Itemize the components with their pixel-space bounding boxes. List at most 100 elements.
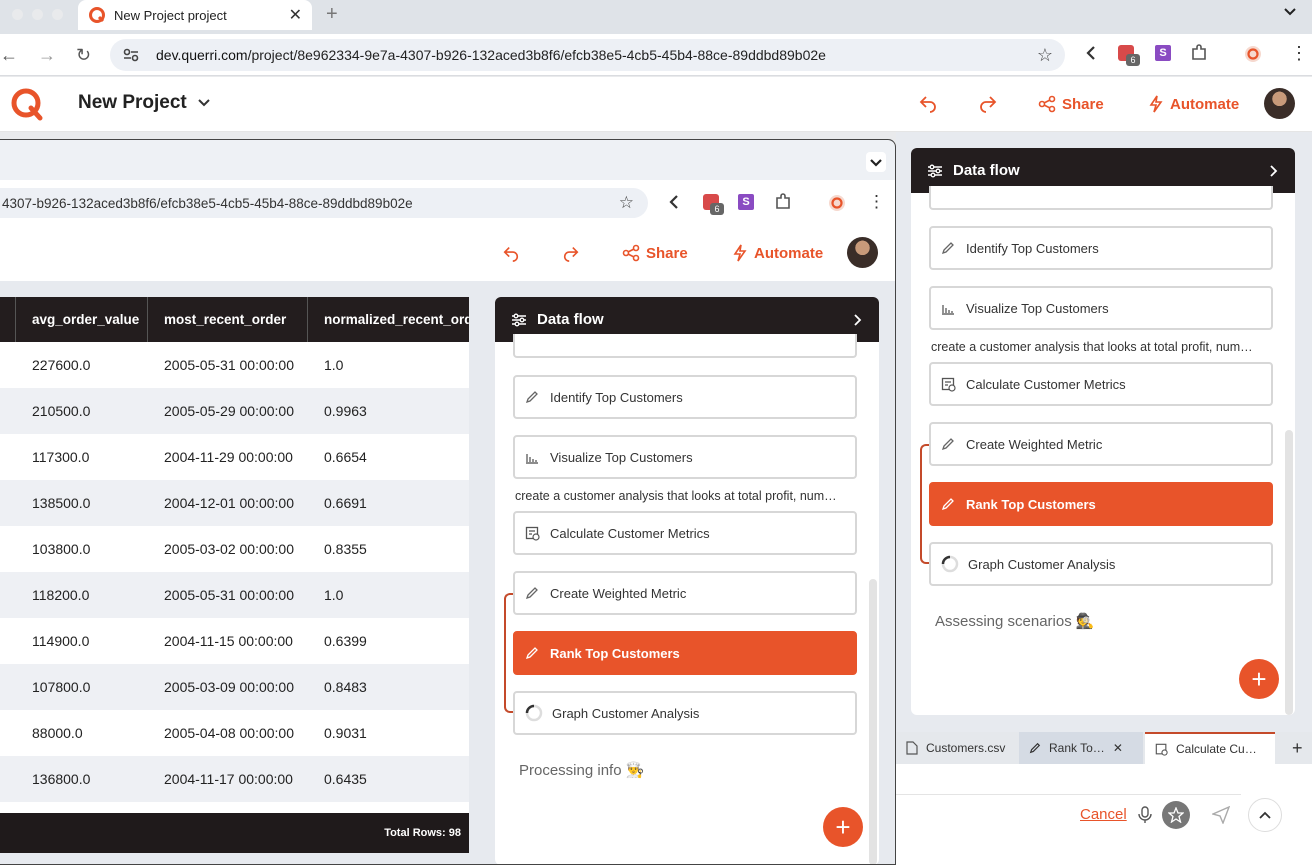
nested-tab-search-icon[interactable] (866, 152, 886, 172)
flow-step-partial[interactable] (513, 334, 857, 358)
table-cell: 210500.0 (32, 403, 91, 419)
flow-step[interactable]: Identify Top Customers (513, 375, 857, 419)
bookmark-star-icon[interactable]: ☆ (1037, 45, 1053, 66)
tab-search-chevron-icon[interactable] (1282, 3, 1298, 19)
share-button[interactable]: Share (1038, 95, 1104, 113)
flow-step[interactable]: Graph Customer Analysis (513, 691, 857, 735)
extension-back-icon[interactable] (1084, 44, 1098, 62)
bar-chart-icon (941, 301, 955, 315)
nested-undo-icon[interactable] (502, 244, 520, 262)
flow-step[interactable]: Create Weighted Metric (929, 422, 1273, 466)
site-settings-icon[interactable] (122, 47, 144, 63)
nested-redo-icon[interactable] (562, 244, 580, 262)
add-step-button[interactable]: + (823, 807, 863, 847)
automate-button[interactable]: Automate (1148, 95, 1239, 113)
file-tab[interactable]: Calculate Cu… (1145, 732, 1275, 764)
table-row[interactable]: 114900.0 2004-11-15 00:00:00 0.6399 (0, 618, 469, 664)
loading-spinner-icon (941, 555, 959, 573)
chevron-right-icon[interactable] (853, 313, 863, 327)
flow-step[interactable]: Create Weighted Metric (513, 571, 857, 615)
pencil-icon (1029, 742, 1041, 754)
nested-browser-menu-icon[interactable]: ⋮ (868, 192, 885, 212)
table-cell: 1.0 (324, 357, 344, 373)
flow-step[interactable]: Calculate Customer Metrics (513, 511, 857, 555)
calculator-icon (941, 377, 956, 392)
nested-share-button[interactable]: Share (622, 244, 688, 262)
column-header[interactable]: avg_order_value (16, 297, 148, 342)
avatar[interactable] (1264, 88, 1295, 119)
file-tab[interactable]: Customers.csv (896, 732, 1018, 764)
add-tab-icon[interactable]: + (1282, 732, 1312, 764)
nested-bookmark-star-icon[interactable]: ☆ (619, 193, 634, 213)
table-row[interactable]: 103800.0 2005-03-02 00:00:00 0.8355 (0, 526, 469, 572)
new-tab-icon[interactable]: + (326, 3, 338, 26)
flow-step[interactable]: Visualize Top Customers (929, 286, 1273, 330)
back-icon[interactable]: ← (0, 45, 18, 66)
table-row[interactable]: 136800.0 2004-11-17 00:00:00 0.6435 (0, 756, 469, 802)
nested-s-extension-icon[interactable]: S (738, 194, 754, 210)
automate-label: Automate (1170, 95, 1240, 113)
flow-step[interactable]: Identify Top Customers (929, 226, 1273, 270)
table-cell: 2004-12-01 00:00:00 (164, 495, 294, 511)
extensions-puzzle-icon[interactable] (1190, 44, 1208, 62)
microphone-icon[interactable] (1138, 806, 1152, 824)
browser-tab-active[interactable]: New Project project ✕ (78, 0, 312, 30)
project-title-dropdown[interactable]: New Project (78, 92, 211, 114)
flow-step-active[interactable]: Rank Top Customers (929, 482, 1273, 526)
flow-prompt-text: create a customer analysis that looks at… (931, 340, 1253, 354)
column-header[interactable]: normalized_recent_ord (308, 297, 469, 342)
forward-icon[interactable]: → (38, 45, 56, 66)
table-cell: 1.0 (324, 587, 344, 603)
nested-address-bar[interactable]: 4307-b926-132aced3b8f6/efcb38e5-4cb5-45b… (0, 188, 648, 218)
flow-scrollbar[interactable] (869, 579, 877, 864)
reload-icon[interactable]: ↻ (76, 45, 91, 66)
querri-logo-icon[interactable] (10, 87, 44, 121)
flow-step-partial[interactable] (929, 186, 1273, 210)
querri-extension-icon[interactable] (1244, 45, 1262, 63)
data-flow-title: Data flow (537, 311, 604, 328)
flow-step-label: Visualize Top Customers (966, 300, 1109, 316)
close-tab-icon[interactable]: ✕ (1113, 741, 1123, 755)
table-row[interactable]: 210500.0 2005-05-29 00:00:00 0.9963 (0, 388, 469, 434)
table-cell: 2004-11-17 00:00:00 (164, 771, 293, 787)
redo-icon[interactable] (978, 93, 998, 113)
window-controls[interactable] (12, 9, 72, 21)
nested-automate-button[interactable]: Automate (732, 244, 823, 262)
flow-step-active[interactable]: Rank Top Customers (513, 631, 857, 675)
add-step-button[interactable]: + (1239, 659, 1279, 699)
browser-menu-icon[interactable]: ⋮ (1290, 43, 1308, 64)
table-row[interactable]: 117300.0 2004-11-29 00:00:00 0.6654 (0, 434, 469, 480)
table-row[interactable]: 138500.0 2004-12-01 00:00:00 0.6691 (0, 480, 469, 526)
table-row[interactable]: 88000.0 2005-04-08 00:00:00 0.9031 (0, 710, 469, 756)
nested-extension-back-icon[interactable] (668, 194, 680, 210)
column-header[interactable]: most_recent_order (148, 297, 308, 342)
close-tab-icon[interactable]: ✕ (289, 5, 302, 25)
nested-extensions-puzzle-icon[interactable] (774, 193, 792, 211)
table-row[interactable]: 107800.0 2005-03-09 00:00:00 0.8483 (0, 664, 469, 710)
flow-step-label: Calculate Customer Metrics (966, 376, 1126, 392)
nested-querri-extension-icon[interactable] (828, 194, 846, 212)
table-cell: 117300.0 (32, 449, 90, 465)
file-tab-active[interactable]: Rank To… ✕ (1019, 732, 1143, 764)
cancel-button[interactable]: Cancel (1080, 806, 1127, 823)
flow-step[interactable]: Calculate Customer Metrics (929, 362, 1273, 406)
flow-step[interactable]: Graph Customer Analysis (929, 542, 1273, 586)
flow-step-label: Rank Top Customers (550, 645, 680, 661)
table-cell: 227600.0 (32, 357, 91, 373)
table-row[interactable]: 118200.0 2005-05-31 00:00:00 1.0 (0, 572, 469, 618)
address-bar[interactable]: dev.querri.com/project/8e962334-9e7a-430… (110, 39, 1065, 71)
nested-avatar[interactable] (847, 237, 878, 268)
chevron-right-icon[interactable] (1269, 164, 1279, 178)
lightning-icon (1148, 95, 1164, 113)
flow-scrollbar[interactable] (1285, 430, 1293, 715)
send-icon[interactable] (1212, 806, 1230, 824)
file-tab-label: Customers.csv (926, 741, 1006, 755)
star-icon[interactable] (1162, 801, 1190, 829)
table-row[interactable]: 227600.0 2005-05-31 00:00:00 1.0 (0, 342, 469, 388)
file-icon (906, 741, 918, 755)
flow-step[interactable]: Visualize Top Customers (513, 435, 857, 479)
browser-toolbar: ← → ↻ dev.querri.com/project/8e962334-9e… (0, 34, 1312, 76)
scroll-up-button[interactable] (1248, 798, 1282, 832)
undo-icon[interactable] (918, 93, 938, 113)
s-extension-icon[interactable]: S (1155, 45, 1171, 61)
